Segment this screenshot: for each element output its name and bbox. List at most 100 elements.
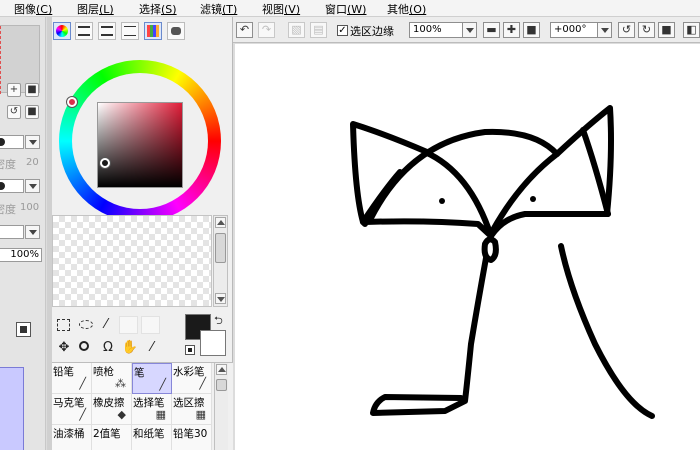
blend-mode-field-2[interactable]: [0, 179, 24, 193]
menu-filter[interactable]: 滤镜(T): [200, 1, 237, 17]
scroll-down-icon[interactable]: [215, 293, 226, 304]
menu-layer[interactable]: 图层(L): [77, 1, 114, 17]
square-icon: ■: [27, 84, 37, 95]
color-wheel-tab[interactable]: [53, 22, 71, 40]
zoom-out-button[interactable]: ▬: [483, 22, 500, 38]
selection-edge-label: 选区边缘: [350, 25, 394, 38]
rotate-ccw-button[interactable]: ↺: [618, 22, 635, 38]
brush-washi-pen[interactable]: 和纸笔: [132, 425, 172, 450]
hue-knob[interactable]: [67, 97, 77, 107]
brush-select-pen[interactable]: 选择笔 ▦: [132, 394, 172, 425]
menu-other[interactable]: 其他(O): [387, 1, 426, 17]
brush-watercolor[interactable]: 水彩笔 ╱: [172, 363, 212, 394]
reset-colors-icon[interactable]: [185, 345, 195, 355]
zoom-reset-button[interactable]: ■: [25, 83, 39, 97]
omega-icon: Ω: [103, 340, 113, 355]
brush-scrollbar[interactable]: [214, 363, 228, 450]
magic-wand-tool[interactable]: ⁄: [96, 316, 116, 334]
eyedropper-icon: ⁄: [150, 340, 154, 355]
zoom-reset-button[interactable]: ■: [523, 22, 540, 38]
background-color[interactable]: [200, 330, 226, 356]
rect-select-tool[interactable]: [54, 316, 74, 334]
select-eraser-icon: ▦: [195, 408, 206, 421]
left-leg-stroke: [370, 255, 489, 416]
rgb-slider-tab[interactable]: [75, 22, 93, 40]
drawing-canvas[interactable]: [235, 44, 700, 450]
selection-edge-checkbox[interactable]: ✓: [337, 25, 348, 36]
redo-button[interactable]: ↷: [258, 22, 275, 38]
scroll-up-icon[interactable]: [216, 364, 227, 375]
rotate-reset-button[interactable]: ■: [25, 105, 39, 119]
menu-view[interactable]: 视图(V): [262, 1, 300, 17]
hand-icon: ✋: [121, 340, 139, 355]
menu-window[interactable]: 窗口(W): [325, 1, 366, 17]
radio-dot-icon: [0, 182, 5, 190]
color-panel: ⁄ ✥ Ω ✋ ⁄ ⮌ 铅笔 ╱ 喷枪 ⁂ 笔 ╱ 水彩笔 ╱ 马克笔 ╱ 橡皮擦 ◆ 选择…: [52, 17, 233, 450]
menu-select[interactable]: 选择(S): [139, 1, 177, 17]
brush-pencil[interactable]: 铅笔 ╱: [52, 363, 92, 394]
rotate-reset-button[interactable]: ■: [658, 22, 675, 38]
undo-icon: ↶: [239, 23, 250, 36]
right-leg-stroke: [558, 243, 655, 419]
empty-tool-slot: [141, 316, 160, 334]
deselect-button[interactable]: ▧: [288, 22, 305, 38]
invert-selection-button[interactable]: ▤: [310, 22, 327, 38]
zoom-dropdown[interactable]: [462, 22, 477, 38]
brush-binary-pen[interactable]: 2值笔: [92, 425, 132, 450]
rotate-tool[interactable]: Ω: [98, 339, 118, 357]
lines-icon: [124, 26, 136, 36]
rotate-left-button[interactable]: ↺: [7, 105, 21, 119]
color-swatch-area[interactable]: [52, 215, 212, 307]
swatch-scrollbar[interactable]: [213, 215, 228, 307]
layer-toggle-button[interactable]: [16, 322, 31, 337]
hand-tool[interactable]: ✋: [120, 339, 140, 357]
fox-drawing: [350, 105, 655, 419]
density-value-2: 100: [20, 202, 40, 213]
rotation-dropdown[interactable]: [597, 22, 612, 38]
blend-mode-field[interactable]: [0, 135, 24, 149]
eyedropper-tool[interactable]: ⁄: [142, 339, 162, 357]
invert-icon: ▤: [313, 23, 324, 36]
brush-airbrush[interactable]: 喷枪 ⁂: [92, 363, 132, 394]
rotate-cw-icon: ↻: [641, 23, 652, 36]
mixer-tab[interactable]: [121, 22, 139, 40]
opacity-field[interactable]: 100%: [0, 248, 42, 262]
layer-properties-panel: + ■ ↺ ■ 密度 20 密度 100 100%: [0, 17, 46, 450]
scroll-thumb[interactable]: [215, 233, 226, 263]
zoom-tool[interactable]: [76, 339, 96, 357]
left-eye: [439, 198, 445, 204]
brush-select-eraser[interactable]: 选区擦 ▦: [172, 394, 212, 425]
rotate-cw-button[interactable]: ↻: [638, 22, 655, 38]
swatch-tab[interactable]: [144, 22, 162, 40]
zoom-in-button[interactable]: +: [7, 83, 21, 97]
zoom-in-button[interactable]: ✚: [503, 22, 520, 38]
blend-mode-dropdown[interactable]: [25, 135, 40, 149]
brush-pen[interactable]: 笔 ╱: [132, 363, 172, 394]
brush-bucket[interactable]: 油漆桶: [52, 425, 92, 450]
selected-layer[interactable]: [0, 367, 24, 450]
scratchpad-tab[interactable]: [167, 22, 185, 40]
sv-knob[interactable]: [100, 158, 110, 168]
blend-mode-dropdown-2[interactable]: [25, 179, 40, 193]
brush-marker[interactable]: 马克笔 ╱: [52, 394, 92, 425]
rotate-ccw-icon: ↺: [621, 23, 632, 36]
minus-icon: ▬: [486, 23, 497, 36]
move-tool[interactable]: ✥: [54, 339, 74, 357]
undo-button[interactable]: ↶: [236, 22, 253, 38]
zoom-field[interactable]: 100%: [409, 22, 463, 38]
brush-eraser[interactable]: 橡皮擦 ◆: [92, 394, 132, 425]
hsv-slider-tab[interactable]: [98, 22, 116, 40]
menu-image[interactable]: 图像(C): [14, 1, 52, 17]
flip-button[interactable]: ◧: [683, 22, 700, 38]
layer-mode-field[interactable]: [0, 225, 24, 239]
scroll-thumb[interactable]: [216, 379, 227, 391]
head-top-stroke: [368, 128, 560, 221]
swap-colors-icon[interactable]: ⮌: [214, 312, 223, 331]
layer-mode-dropdown[interactable]: [25, 225, 40, 239]
rotation-field[interactable]: +000°: [550, 22, 598, 38]
saturation-value-square[interactable]: [97, 102, 183, 188]
lasso-tool[interactable]: [76, 316, 96, 334]
scroll-up-icon[interactable]: [215, 217, 226, 228]
brush-pencil30[interactable]: 铅笔30: [172, 425, 212, 450]
slider-icon: [78, 26, 90, 36]
